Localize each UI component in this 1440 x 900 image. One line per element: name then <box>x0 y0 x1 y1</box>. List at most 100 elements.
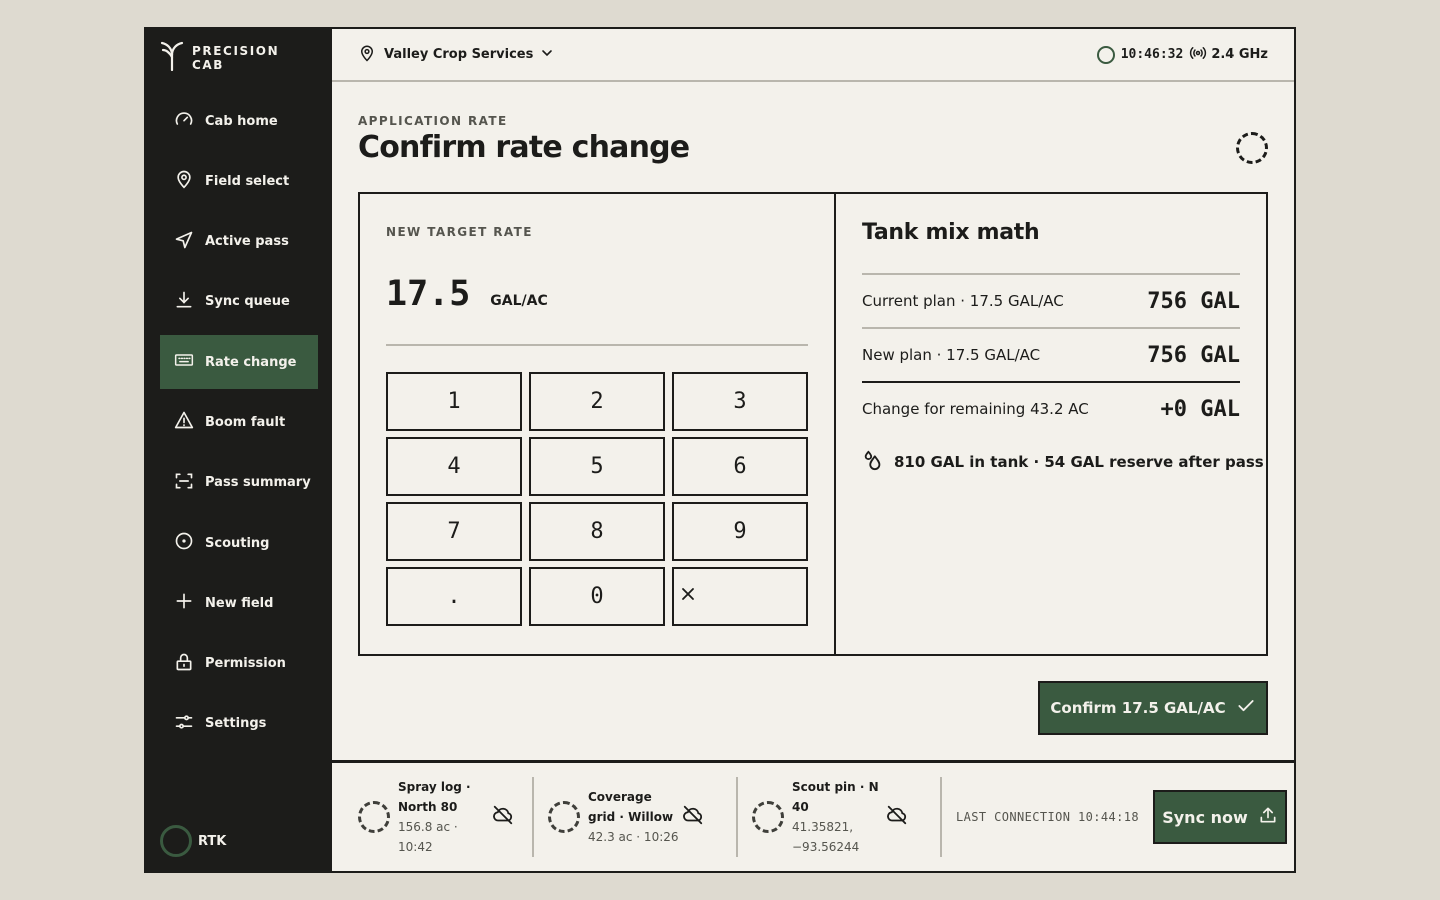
org-name: Valley Crop Services <box>384 47 534 62</box>
warning-icon <box>174 410 205 434</box>
confirm-rate-label: Confirm 17.5 GAL/AC <box>1050 699 1226 717</box>
tank-note: 810 GAL in tank · 54 GAL reserve after p… <box>862 449 1264 475</box>
sync-item-title: Coverage grid · Willow <box>588 790 674 824</box>
tank-mix-math: Tank mix math Current plan · 17.5 GAL/AC… <box>836 194 1266 654</box>
math-row-label: Change for remaining 43.2 AC <box>862 400 1089 418</box>
sidebar-item-pass-summary[interactable]: Pass summary <box>160 456 318 510</box>
sidebar-item-label: Settings <box>205 716 267 732</box>
keypad-key-4[interactable]: 4 <box>386 437 522 496</box>
map-pin-icon <box>358 44 376 66</box>
sync-item[interactable]: Spray log · North 80 156.8 ac · 10:42 <box>358 777 534 857</box>
sidebar-item-label: Sync queue <box>205 294 290 310</box>
rate-entry: NEW TARGET RATE 17.5 GAL/AC 1 2 3 4 5 6 … <box>360 194 836 654</box>
check-icon <box>1226 696 1256 720</box>
cloud-off-icon <box>492 804 514 830</box>
sync-item-title: Scout pin · N 40 <box>792 780 879 814</box>
cloud-off-icon <box>886 804 908 830</box>
sidebar-item-label: Permission <box>205 656 286 672</box>
sidebar-item-rate-change[interactable]: Rate change <box>160 335 318 390</box>
keypad-backspace-button[interactable] <box>672 567 808 626</box>
keypad-key-8[interactable]: 8 <box>529 502 665 561</box>
sidebar-item-permission[interactable]: Permission <box>160 637 318 691</box>
math-row-label: Current plan · 17.5 GAL/AC <box>862 292 1064 310</box>
signal-frequency: 2.4 GHz <box>1211 47 1268 62</box>
brand-line-1: PRECISION <box>192 44 280 58</box>
brand-line-2: CAB <box>192 58 225 72</box>
keypad-key-9[interactable]: 9 <box>672 502 808 561</box>
confirm-rate-button[interactable]: Confirm 17.5 GAL/AC <box>1038 681 1268 735</box>
math-row-value: 756 GAL <box>1147 288 1240 314</box>
keypad-key-decimal[interactable]: . <box>386 567 522 626</box>
sync-item-title: Spray log · North 80 <box>398 780 471 814</box>
sidebar-item-active-pass[interactable]: Active pass <box>160 215 318 269</box>
sidebar-item-sync-queue[interactable]: Sync queue <box>160 275 318 329</box>
rtk-label: RTK <box>198 833 227 849</box>
keypad-key-6[interactable]: 6 <box>672 437 808 496</box>
sidebar-item-label: Field select <box>205 173 290 189</box>
sidebar-nav: Cab home Field select Active pass Sync q… <box>160 94 318 757</box>
sync-item-meta: 156.8 ac · 10:42 <box>398 820 458 854</box>
upload-icon <box>1248 805 1278 829</box>
keyboard-icon <box>174 350 205 374</box>
last-connection: LAST CONNECTION 10:44:18 <box>956 810 1139 824</box>
sidebar-item-cab-home[interactable]: Cab home <box>160 94 318 148</box>
target-icon <box>174 531 205 555</box>
pending-sync-icon <box>548 801 580 833</box>
status-ring-icon <box>1096 45 1115 64</box>
rtk-status-icon <box>160 825 192 857</box>
clock: 10:46:32 <box>1120 47 1184 62</box>
org-switcher[interactable]: Valley Crop Services <box>358 44 555 66</box>
numeric-keypad: 1 2 3 4 5 6 7 8 9 . 0 <box>386 372 808 626</box>
sidebar: PRECISION CAB Cab home Field select Acti… <box>146 29 332 871</box>
sidebar-item-scouting[interactable]: Scouting <box>160 516 318 570</box>
close-icon <box>678 584 698 610</box>
page-eyebrow: APPLICATION RATE <box>358 114 508 128</box>
main-content: APPLICATION RATE Confirm rate change NEW… <box>332 84 1294 762</box>
broadcast-signal-icon <box>1189 44 1211 66</box>
map-pin-icon <box>174 169 205 193</box>
chevron-down-icon <box>533 45 555 65</box>
pending-sync-icon <box>752 801 784 833</box>
lock-icon <box>174 652 205 676</box>
sync-item[interactable]: Scout pin · N 40 41.35821, −93.56244 <box>752 777 942 857</box>
brand: PRECISION CAB <box>160 41 279 75</box>
rate-value: 17.5 <box>386 274 471 314</box>
sidebar-item-label: Scouting <box>205 535 270 551</box>
sidebar-item-new-field[interactable]: New field <box>160 576 318 630</box>
math-row-value: 756 GAL <box>1147 342 1240 368</box>
keypad-key-1[interactable]: 1 <box>386 372 522 431</box>
sync-footer: Spray log · North 80 156.8 ac · 10:42 Co… <box>332 760 1294 871</box>
connection-status: 10:46:32 2.4 GHz <box>1096 44 1268 66</box>
sidebar-item-label: Pass summary <box>205 475 311 491</box>
rtk-status: RTK <box>160 825 226 857</box>
sidebar-item-field-select[interactable]: Field select <box>160 154 318 208</box>
keypad-key-5[interactable]: 5 <box>529 437 665 496</box>
sidebar-item-label: Cab home <box>205 113 278 129</box>
sync-now-label: Sync now <box>1162 807 1248 827</box>
brand-name: PRECISION CAB <box>192 44 279 72</box>
cloud-off-icon <box>682 804 704 830</box>
navigation-icon <box>174 230 205 254</box>
keypad-key-7[interactable]: 7 <box>386 502 522 561</box>
scan-icon <box>174 471 205 495</box>
rate-display: 17.5 GAL/AC <box>386 274 548 314</box>
rate-entry-label: NEW TARGET RATE <box>386 225 533 239</box>
sidebar-item-boom-fault[interactable]: Boom fault <box>160 395 318 449</box>
sidebar-item-settings[interactable]: Settings <box>160 697 318 751</box>
sidebar-item-label: New field <box>205 595 274 611</box>
math-row-value: +0 GAL <box>1160 396 1240 422</box>
keypad-key-3[interactable]: 3 <box>672 372 808 431</box>
plus-icon <box>174 591 205 615</box>
keypad-key-0[interactable]: 0 <box>529 567 665 626</box>
rate-unit: GAL/AC <box>490 293 548 309</box>
sidebar-item-label: Boom fault <box>205 414 286 430</box>
sync-item[interactable]: Coverage grid · Willow 42.3 ac · 10:26 <box>548 777 738 857</box>
sidebar-item-label: Active pass <box>205 234 289 250</box>
keypad-key-2[interactable]: 2 <box>529 372 665 431</box>
page-title: Confirm rate change <box>358 130 690 165</box>
rate-panel: NEW TARGET RATE 17.5 GAL/AC 1 2 3 4 5 6 … <box>358 192 1268 656</box>
math-row-change: Change for remaining 43.2 AC +0 GAL <box>862 381 1240 435</box>
app-window: PRECISION CAB Cab home Field select Acti… <box>144 27 1296 873</box>
loading-spinner-icon <box>1236 132 1268 164</box>
sync-now-button[interactable]: Sync now <box>1153 790 1287 844</box>
